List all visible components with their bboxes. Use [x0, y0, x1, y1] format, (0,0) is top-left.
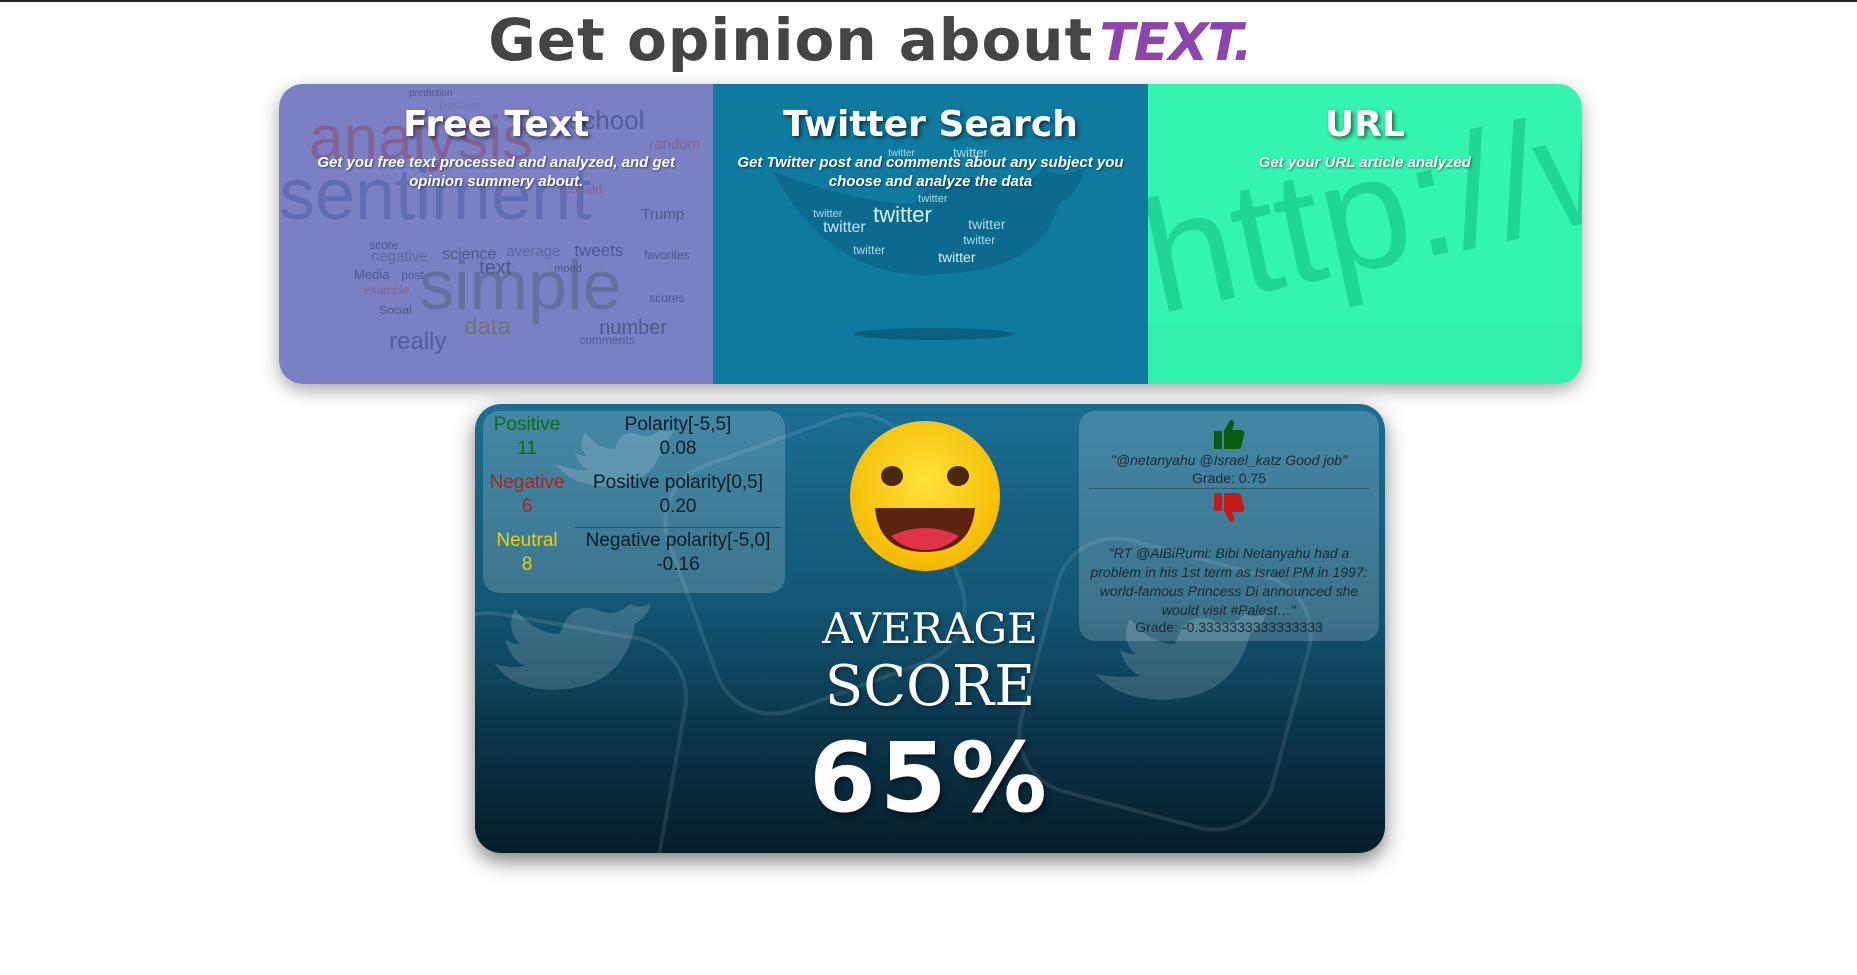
free-text-card-title: Free Text	[403, 104, 590, 145]
wordcloud-word: post	[401, 268, 424, 282]
wordcloud-word: Media	[354, 267, 390, 282]
twitter-cloud-word: twitter	[873, 202, 932, 227]
wordcloud-word: mood	[554, 263, 582, 275]
positive-count: Positive 11	[483, 413, 571, 461]
polarity-stat: Polarity[-5,5] 0.08	[571, 413, 785, 461]
positive-polarity-value: 0.20	[659, 496, 697, 517]
grinning-face-icon	[850, 421, 1000, 571]
url-card[interactable]: http://www URL Get your URL article anal…	[1147, 84, 1582, 384]
wordcloud-word: scores	[649, 291, 684, 305]
positive-tweet-text: "@netanyahu @Israel_katz Good job"	[1110, 452, 1348, 468]
twitter-cloud-word: twitter	[853, 243, 885, 257]
positive-value: 11	[517, 438, 537, 459]
average-score-label-line2: SCORE	[824, 654, 1036, 719]
wordcloud-word: favorites	[644, 248, 689, 262]
wordcloud-word: science	[442, 246, 496, 263]
twitter-cloud-word: twitter	[823, 219, 866, 236]
thumbs-up-icon	[1214, 419, 1245, 449]
url-card-title: URL	[1324, 104, 1405, 145]
positive-polarity-label: Positive polarity[0,5]	[592, 472, 764, 493]
wordcloud-word: tweets	[574, 241, 623, 260]
wordcloud-word: example	[364, 283, 410, 297]
wordcloud-word: Social	[379, 303, 412, 317]
polarity-label: Polarity[-5,5]	[624, 414, 732, 435]
negative-polarity-stat: Negative polarity[-5,0] -0.16	[571, 529, 785, 577]
positive-tweet-grade: Grade: 0.75	[1192, 470, 1266, 486]
neutral-label: Neutral	[496, 530, 558, 551]
wordcloud-word: Trump	[641, 206, 684, 223]
twitter-cloud-word: twitter	[918, 193, 948, 205]
negative-tweet-grade: Grade: -0.3333333333333333	[1135, 619, 1323, 635]
stats-row-positive: Positive 11 Polarity[-5,5] 0.08	[483, 413, 785, 469]
twitter-cloud-word: twitter	[813, 208, 843, 220]
wordcloud-word: score	[369, 238, 399, 252]
negative-polarity-value: -0.16	[656, 554, 700, 575]
url-card-description: Get your URL article analyzed	[1258, 154, 1471, 171]
free-text-card[interactable]: analysis sentiment simple school text Tr…	[279, 84, 714, 384]
wordcloud-word: data	[464, 313, 511, 340]
twitter-cloud-word: twitter	[938, 249, 976, 265]
stats-row-negative: Negative 6 Positive polarity[0,5] 0.20	[483, 471, 785, 527]
result-panel: Positive 11 Polarity[-5,5] 0.08 Negative…	[475, 404, 1385, 853]
negative-count: Negative 6	[483, 471, 571, 519]
mode-cards: analysis sentiment simple school text Tr…	[279, 84, 1582, 384]
page-title-main: Get opinion about	[488, 6, 1094, 74]
page-title: Get opinion about TEXT.	[0, 6, 1740, 74]
twitter-search-card[interactable]: twitter twitter twitter twitter twitter …	[713, 84, 1148, 384]
stats-divider	[575, 527, 781, 528]
average-score-value: 65%	[809, 722, 1051, 834]
page-title-accent: TEXT.	[1099, 13, 1252, 73]
average-score-label-line1: AVERAGE	[822, 604, 1038, 653]
thumbs-down-icon	[1214, 493, 1245, 523]
negative-value: 6	[521, 496, 533, 517]
negative-tweet-text: "RT @AlBiRumi: Bibi Netanyahu had a prob…	[1090, 545, 1368, 618]
positive-polarity-stat: Positive polarity[0,5] 0.20	[571, 471, 785, 519]
twitter-cloud-word: twitter	[964, 233, 996, 247]
neutral-value: 8	[521, 554, 533, 575]
polarity-value: 0.08	[659, 438, 697, 459]
wordcloud-word: prediction	[409, 88, 452, 99]
negative-label: Negative	[489, 472, 565, 493]
wordcloud-word: comments	[579, 333, 634, 347]
twitter-search-card-title: Twitter Search	[783, 104, 1078, 145]
wordcloud-word: average	[506, 243, 560, 260]
twitter-search-card-description: Get Twitter post and comments about any …	[737, 154, 1124, 190]
stats-panel: Positive 11 Polarity[-5,5] 0.08 Negative…	[483, 411, 785, 593]
stats-row-neutral: Neutral 8 Negative polarity[-5,0] -0.16	[483, 529, 785, 585]
wordcloud-word: really	[389, 328, 446, 355]
tweets-panel: "@netanyahu @Israel_katz Good job" Grade…	[1079, 411, 1379, 641]
neutral-count: Neutral 8	[483, 529, 571, 577]
free-text-card-description: Get you free text processed and analyzed…	[317, 154, 675, 190]
negative-polarity-label: Negative polarity[-5,0]	[585, 530, 771, 551]
tweets-divider	[1089, 488, 1369, 489]
positive-label: Positive	[493, 414, 561, 435]
twitter-cloud-word: twitter	[969, 216, 1007, 232]
